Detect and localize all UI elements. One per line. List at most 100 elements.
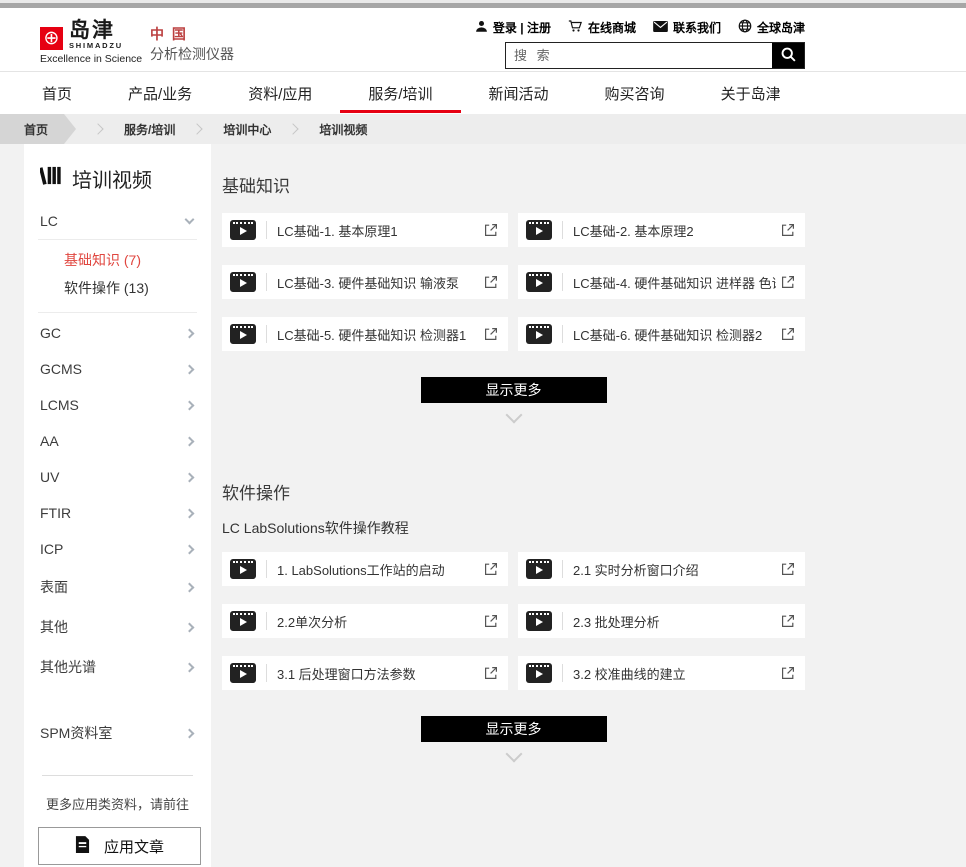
video-card[interactable]: LC基础-2. 基本原理2 <box>518 213 805 247</box>
external-link-icon[interactable] <box>483 326 499 342</box>
sidebar-divider <box>42 775 193 776</box>
video-card[interactable]: LC基础-5. 硬件基础知识 检测器1 <box>222 317 508 351</box>
app-articles-button[interactable]: 应用文章 <box>38 827 201 865</box>
video-card[interactable]: 2.2单次分析 <box>222 604 508 638</box>
video-card[interactable]: 2.3 批处理分析 <box>518 604 805 638</box>
video-grid-software: 1. LabSolutions工作站的启动 2.1 实时分析窗口介绍 2.2单次… <box>222 552 805 690</box>
divider <box>266 325 267 343</box>
video-title: 1. LabSolutions工作站的启动 <box>277 560 479 579</box>
sidebar-title: 培训视频 <box>40 164 197 193</box>
sidebar-subitem-software[interactable]: 软件操作 (13) <box>64 274 197 302</box>
main-content: 基础知识 LC基础-1. 基本原理1 LC基础-2. 基本原理2 LC基础-3.… <box>222 144 805 760</box>
nav-item-purchase[interactable]: 购买咨询 <box>605 72 665 114</box>
sidebar-category-other-spectra[interactable]: 其他光谱 <box>38 647 197 687</box>
login-register-link[interactable]: 登录 | 注册 <box>475 19 551 36</box>
video-title: 2.1 实时分析窗口介绍 <box>573 560 776 579</box>
video-card[interactable]: LC基础-4. 硬件基础知识 进样器 色谱柱 <box>518 265 805 299</box>
divider <box>562 221 563 239</box>
show-more-button[interactable]: 显示更多 <box>421 377 607 403</box>
nav-item-news[interactable]: 新闻活动 <box>489 72 549 114</box>
video-card[interactable]: 2.1 实时分析窗口介绍 <box>518 552 805 586</box>
search-input[interactable] <box>506 43 772 68</box>
sidebar-category-lc[interactable]: LC <box>38 203 197 240</box>
chevron-right-icon <box>185 436 195 446</box>
divider <box>266 664 267 682</box>
chevron-down-icon[interactable] <box>505 746 522 763</box>
video-title: 2.3 批处理分析 <box>573 612 776 631</box>
section-heading-basics: 基础知识 <box>222 172 805 197</box>
external-link-icon[interactable] <box>780 222 796 238</box>
external-link-icon[interactable] <box>483 222 499 238</box>
global-shimadzu-link[interactable]: 全球岛津 <box>738 19 805 36</box>
video-icon <box>230 611 256 631</box>
chevron-down-icon <box>185 215 195 225</box>
breadcrumb-home[interactable]: 首页 <box>0 114 76 144</box>
sidebar-category-other[interactable]: 其他 <box>38 607 197 647</box>
external-link-icon[interactable] <box>780 665 796 681</box>
contact-us-link[interactable]: 联系我们 <box>653 19 721 36</box>
video-card[interactable]: 1. LabSolutions工作站的启动 <box>222 552 508 586</box>
main-nav: 首页 产品/业务 资料/应用 服务/培训 新闻活动 购买咨询 关于岛津 <box>0 72 966 114</box>
chevron-right-icon <box>185 662 195 672</box>
video-title: 3.1 后处理窗口方法参数 <box>277 664 479 683</box>
external-link-icon[interactable] <box>483 613 499 629</box>
sidebar-category-uv[interactable]: UV <box>38 459 197 495</box>
chevron-right-icon <box>185 508 195 518</box>
nav-item-products[interactable]: 产品/业务 <box>128 72 192 114</box>
video-icon <box>526 220 552 240</box>
external-link-icon[interactable] <box>780 274 796 290</box>
sidebar-subitem-basics[interactable]: 基础知识 (7) <box>64 246 197 274</box>
breadcrumb-service-training[interactable]: 服务/培训 <box>124 121 175 138</box>
video-card[interactable]: 3.1 后处理窗口方法参数 <box>222 656 508 690</box>
divider <box>266 612 267 630</box>
breadcrumb-training-center[interactable]: 培训中心 <box>223 121 271 138</box>
nav-item-home[interactable]: 首页 <box>42 72 72 114</box>
nav-item-about[interactable]: 关于岛津 <box>721 72 781 114</box>
external-link-icon[interactable] <box>780 561 796 577</box>
chevron-right-icon <box>185 622 195 632</box>
external-link-icon[interactable] <box>780 326 796 342</box>
sidebar-category-ftir[interactable]: FTIR <box>38 495 197 531</box>
sidebar-category-gc[interactable]: GC <box>38 315 197 351</box>
shimadzu-logo[interactable]: ⊕ 岛津 SHIMADZU Excellence in Science <box>40 20 142 65</box>
external-link-icon[interactable] <box>483 665 499 681</box>
sidebar-category-lcms[interactable]: LCMS <box>38 387 197 423</box>
video-icon <box>230 559 256 579</box>
divider <box>562 325 563 343</box>
show-more-button[interactable]: 显示更多 <box>421 716 607 742</box>
video-title: 3.2 校准曲线的建立 <box>573 664 776 683</box>
video-icon <box>230 220 256 240</box>
nav-item-resources[interactable]: 资料/应用 <box>248 72 312 114</box>
video-card[interactable]: LC基础-6. 硬件基础知识 检测器2 <box>518 317 805 351</box>
sidebar-category-spm[interactable]: SPM资料室 <box>38 713 197 753</box>
search-icon <box>780 46 797 66</box>
external-link-icon[interactable] <box>483 274 499 290</box>
document-icon <box>75 836 90 857</box>
divider <box>266 560 267 578</box>
divider <box>562 273 563 291</box>
sidebar-category-surface[interactable]: 表面 <box>38 567 197 607</box>
sidebar-category-gcms[interactable]: GCMS <box>38 351 197 387</box>
video-icon <box>526 663 552 683</box>
sidebar: 培训视频 LC 基础知识 (7) 软件操作 (13) GC GCMS LCMS … <box>24 144 211 867</box>
external-link-icon[interactable] <box>483 561 499 577</box>
nav-item-service-training[interactable]: 服务/培训 <box>368 72 432 114</box>
sidebar-category-icp[interactable]: ICP <box>38 531 197 567</box>
divider <box>562 664 563 682</box>
brand-tagline: Excellence in Science <box>40 53 142 65</box>
video-card[interactable]: 3.2 校准曲线的建立 <box>518 656 805 690</box>
globe-icon <box>738 19 752 36</box>
section-heading-software: 软件操作 <box>222 479 805 504</box>
chevron-right-icon <box>185 582 195 592</box>
brand-name-cn: 岛津 <box>69 20 123 41</box>
chevron-right-icon <box>185 328 195 338</box>
video-card[interactable]: LC基础-1. 基本原理1 <box>222 213 508 247</box>
external-link-icon[interactable] <box>780 613 796 629</box>
video-card[interactable]: LC基础-3. 硬件基础知识 输液泵 <box>222 265 508 299</box>
chevron-right-icon <box>185 400 195 410</box>
divider <box>562 612 563 630</box>
sidebar-category-aa[interactable]: AA <box>38 423 197 459</box>
online-store-link[interactable]: 在线商城 <box>568 19 636 36</box>
sidebar-note: 更多应用类资料，请前往 <box>38 794 197 813</box>
search-button[interactable] <box>772 43 804 68</box>
